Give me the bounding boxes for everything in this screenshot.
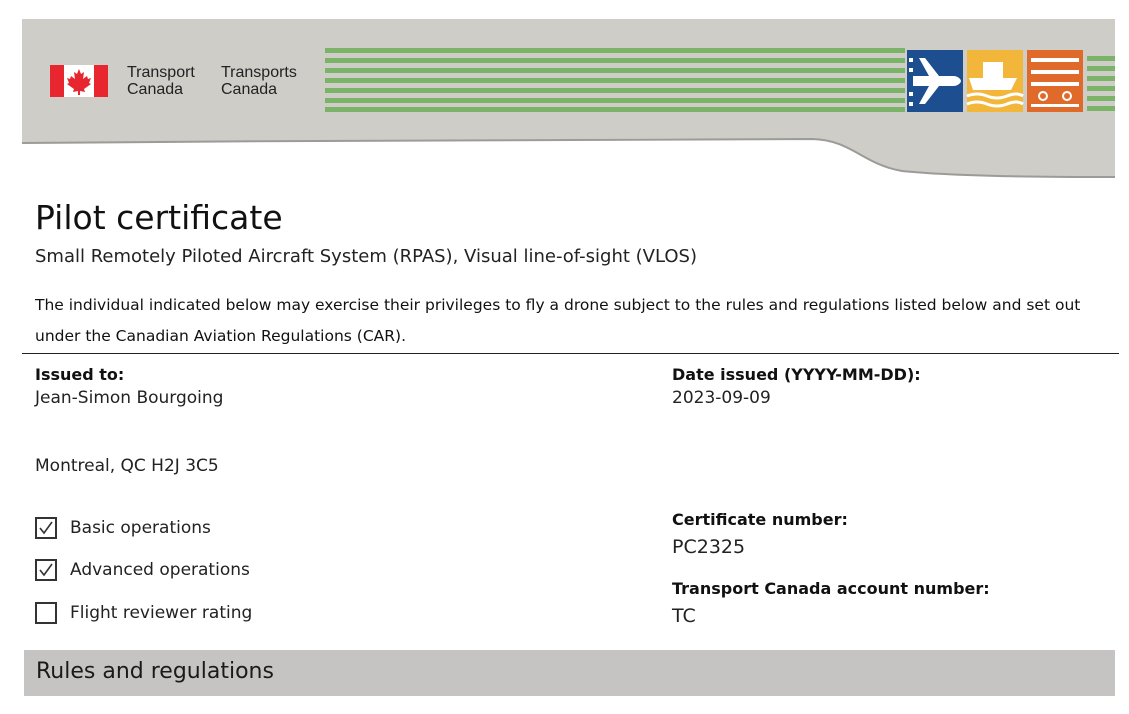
rating-advanced-operations: Advanced operations bbox=[35, 557, 250, 583]
checkmark-icon bbox=[39, 563, 53, 577]
canada-flag-icon bbox=[50, 65, 108, 97]
rating-label: Basic operations bbox=[70, 518, 211, 538]
rules-section-title: Rules and regulations bbox=[36, 659, 274, 684]
rules-section-header: Rules and regulations bbox=[24, 650, 1115, 696]
account-number-value: TC bbox=[672, 605, 696, 627]
account-number-label: Transport Canada account number: bbox=[672, 579, 990, 598]
certificate-intro-text: The individual indicated below may exerc… bbox=[35, 296, 1081, 345]
green-stripes-decoration bbox=[325, 48, 905, 112]
holder-name: Jean-Simon Bourgoing bbox=[35, 388, 224, 408]
department-name-french: Transports Canada bbox=[221, 64, 297, 98]
rating-label: Flight reviewer rating bbox=[70, 603, 253, 623]
rating-basic-operations: Basic operations bbox=[35, 515, 211, 541]
certificate-number-value: PC2325 bbox=[672, 536, 746, 558]
checkbox-basic-operations bbox=[35, 517, 57, 539]
checkbox-flight-reviewer bbox=[35, 602, 57, 624]
section-divider bbox=[22, 353, 1119, 354]
certificate-subtitle: Small Remotely Piloted Aircraft System (… bbox=[35, 246, 697, 267]
holder-address: Montreal, QC H2J 3C5 bbox=[35, 456, 219, 476]
certificate-number-label: Certificate number: bbox=[672, 510, 848, 529]
date-issued-label: Date issued (YYYY-MM-DD): bbox=[672, 365, 921, 384]
transport-modes-icons bbox=[907, 50, 1115, 112]
checkbox-advanced-operations bbox=[35, 559, 57, 581]
rating-label: Advanced operations bbox=[70, 560, 250, 580]
checkmark-icon bbox=[39, 521, 53, 535]
date-issued-value: 2023-09-09 bbox=[672, 388, 771, 408]
transport-canada-banner: Transport Canada Transports Canada bbox=[22, 19, 1115, 178]
marine-icon bbox=[966, 50, 1024, 112]
department-name-english: Transport Canada bbox=[127, 64, 195, 98]
rating-flight-reviewer: Flight reviewer rating bbox=[35, 600, 252, 626]
page-title: Pilot certificate bbox=[35, 198, 283, 237]
rail-icon bbox=[1027, 50, 1083, 112]
issued-to-label: Issued to: bbox=[35, 365, 125, 384]
aviation-icon bbox=[907, 50, 963, 112]
